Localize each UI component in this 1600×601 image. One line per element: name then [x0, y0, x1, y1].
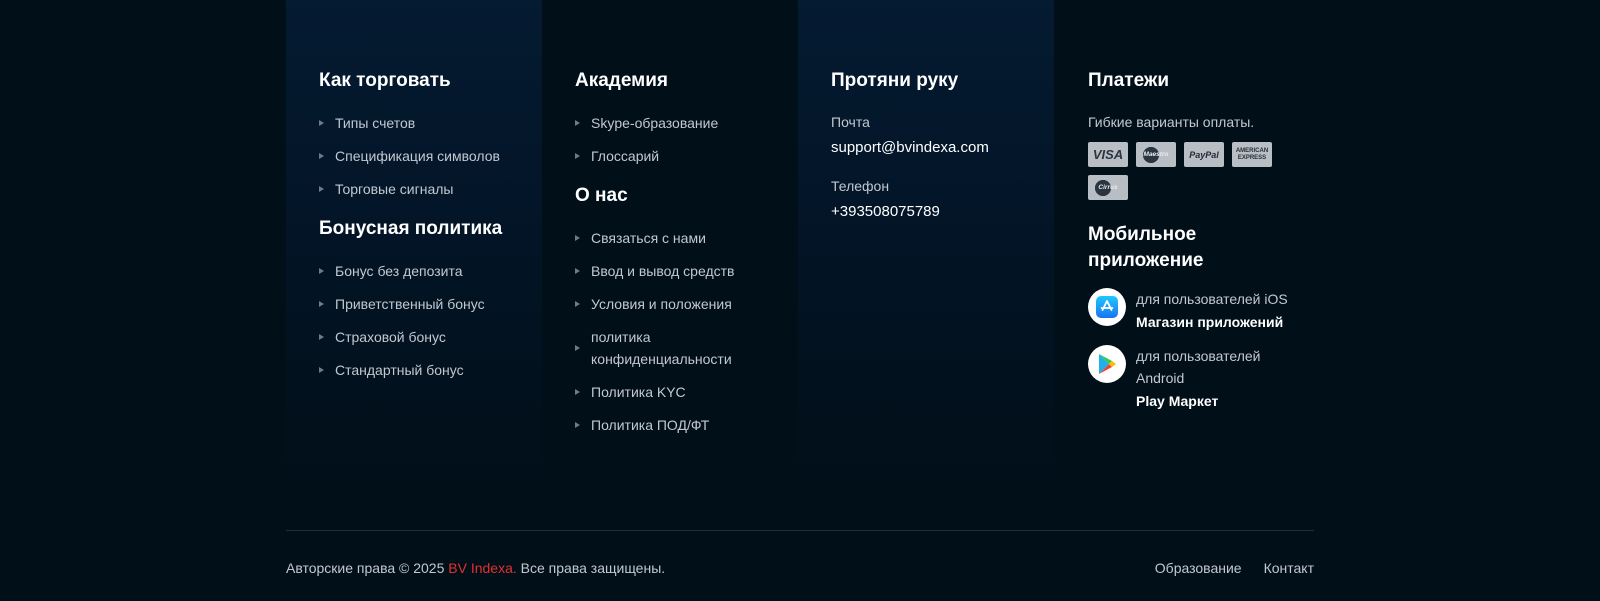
arrow-right-icon	[319, 367, 324, 373]
footer-link-insurance-bonus[interactable]: Страховой бонус	[319, 326, 529, 348]
payments-heading: Платежи	[1088, 70, 1170, 91]
ios-users-label: для пользователей iOS	[1136, 291, 1288, 307]
footer-bottom-links: Образование Контакт	[1155, 560, 1314, 576]
android-app-link[interactable]: для пользователей Android Play Маркет	[1088, 345, 1288, 412]
app-store-icon	[1088, 288, 1126, 326]
arrow-right-icon	[575, 120, 580, 126]
maestro-card-icon: Maestro	[1136, 142, 1176, 167]
arrow-right-icon	[575, 345, 580, 351]
paypal-card-icon: PayPal	[1184, 142, 1224, 167]
academy-column: Академия Skype-образование Глоссарий О н…	[575, 68, 785, 447]
footer-link-contact[interactable]: Контакт	[1264, 560, 1314, 576]
footer-link-deposit-withdrawal[interactable]: Ввод и вывод средств	[575, 260, 785, 282]
footer-link-trading-signals[interactable]: Торговые сигналы	[319, 178, 529, 200]
email-label: Почта	[831, 114, 870, 130]
footer-link-account-types[interactable]: Типы счетов	[319, 112, 529, 134]
arrow-right-icon	[319, 120, 324, 126]
arrow-right-icon	[575, 235, 580, 241]
ios-app-link[interactable]: для пользователей iOS Магазин приложений	[1088, 288, 1288, 333]
how-to-trade-heading: Как торговать	[319, 70, 451, 91]
footer-divider	[286, 530, 1314, 531]
about-heading: О нас	[575, 185, 628, 206]
footer-link-kyc-policy[interactable]: Политика KYC	[575, 381, 785, 403]
arrow-right-icon	[319, 301, 324, 307]
mobile-app-heading: Мобильное приложение	[1088, 224, 1204, 271]
email-link[interactable]: support@bvindexa.com	[831, 138, 1041, 158]
arrow-right-icon	[319, 268, 324, 274]
arrow-right-icon	[575, 301, 580, 307]
how-to-trade-column: Как торговать Типы счетов Спецификация с…	[319, 68, 529, 392]
footer-link-standard-bonus[interactable]: Стандартный бонус	[319, 359, 529, 381]
amex-card-icon: AMERICAN EXPRESS	[1232, 142, 1272, 167]
arrow-right-icon	[575, 389, 580, 395]
footer-link-contact-us[interactable]: Связаться с нами	[575, 227, 785, 249]
visa-card-icon: VISA	[1088, 142, 1128, 167]
arrow-right-icon	[575, 422, 580, 428]
android-users-label: для пользователей Android	[1136, 348, 1261, 386]
footer-link-terms[interactable]: Условия и положения	[575, 293, 785, 315]
arrow-right-icon	[575, 268, 580, 274]
copyright: Авторские права © 2025 BV Indexa. Все пр…	[286, 560, 666, 576]
phone-label: Телефон	[831, 178, 890, 194]
payments-column: Платежи Гибкие варианты оплаты. VISA Mae…	[1088, 68, 1288, 424]
footer-link-aml-policy[interactable]: Политика ПОД/ФТ	[575, 414, 785, 436]
academy-heading: Академия	[575, 70, 668, 91]
phone-link[interactable]: +393508075789	[831, 202, 1041, 222]
footer-link-education[interactable]: Образование	[1155, 560, 1242, 576]
arrow-right-icon	[575, 153, 580, 159]
footer-link-skype-education[interactable]: Skype-образование	[575, 112, 785, 134]
footer-link-symbol-specs[interactable]: Спецификация символов	[319, 145, 529, 167]
footer-link-glossary[interactable]: Глоссарий	[575, 145, 785, 167]
cirrus-card-icon: Cirrus	[1088, 175, 1128, 200]
footer-link-no-deposit-bonus[interactable]: Бонус без депозита	[319, 260, 529, 282]
app-store-label: Магазин приложений	[1136, 314, 1284, 330]
payments-text: Гибкие варианты оплаты.	[1088, 114, 1255, 130]
bonus-policy-heading: Бонусная политика	[319, 218, 503, 239]
contact-heading: Протяни руку	[831, 70, 959, 91]
play-market-label: Play Маркет	[1136, 393, 1219, 409]
arrow-right-icon	[319, 334, 324, 340]
brand-link[interactable]: BV Indexa.	[448, 560, 517, 576]
footer-link-welcome-bonus[interactable]: Приветственный бонус	[319, 293, 529, 315]
payment-cards: VISA Maestro PayPal AMERICAN EXPRESS Cir…	[1088, 142, 1288, 200]
footer-link-privacy-policy[interactable]: политика конфиденциальности	[575, 326, 751, 370]
contact-column: Протяни руку Почта support@bvindexa.com …	[831, 68, 1041, 240]
arrow-right-icon	[319, 153, 324, 159]
google-play-icon	[1088, 345, 1126, 383]
arrow-right-icon	[319, 186, 324, 192]
